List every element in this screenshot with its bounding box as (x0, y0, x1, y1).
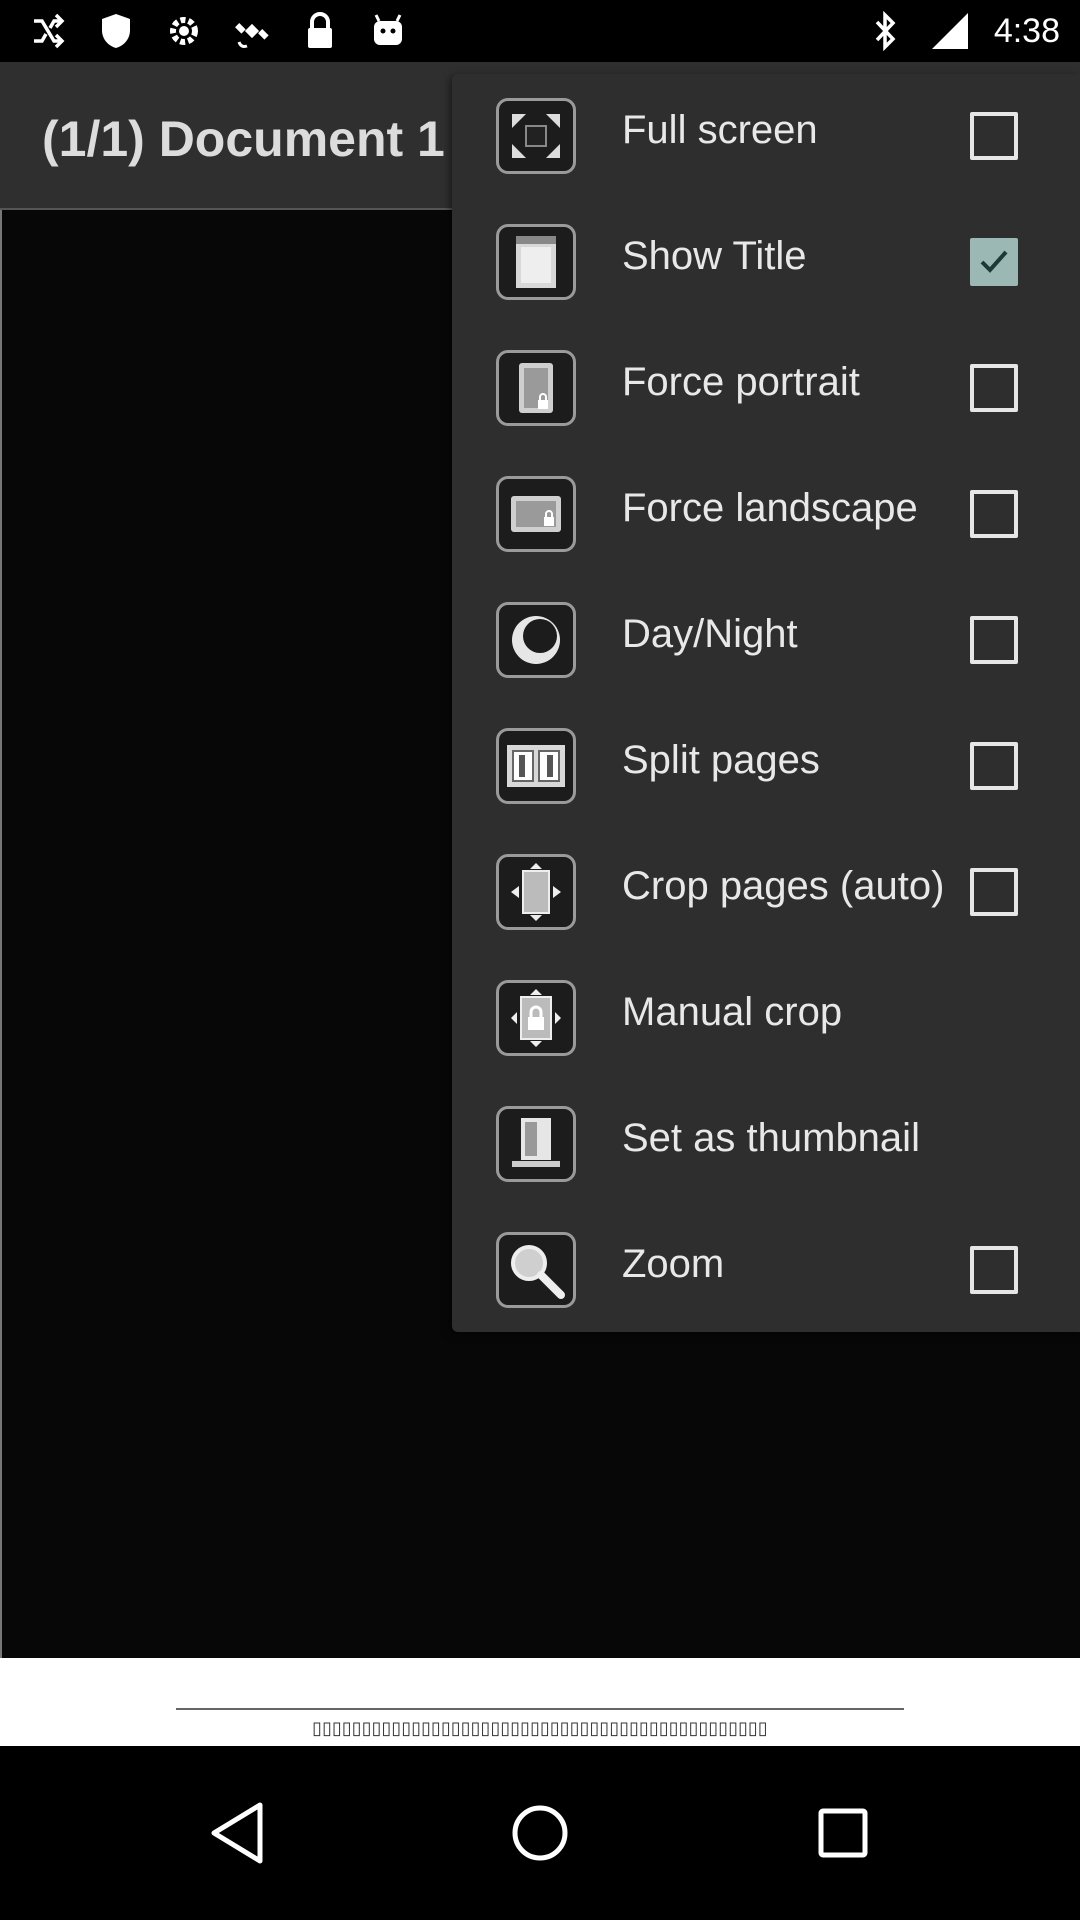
zoom-icon (496, 1232, 576, 1308)
menu-item-full-screen[interactable]: Full screen (452, 74, 1080, 200)
crop-pages-auto-checkbox[interactable] (970, 868, 1018, 916)
menu-item-manual-crop[interactable]: Manual crop (452, 956, 1080, 1082)
menu-item-show-title[interactable]: Show Title (452, 200, 1080, 326)
gear-icon (164, 11, 204, 51)
manual-crop-icon (496, 980, 576, 1056)
fullscreen-icon (496, 98, 576, 174)
menu-item-force-landscape[interactable]: Force landscape (452, 452, 1080, 578)
menu-item-label: Force portrait (622, 360, 860, 404)
lock-icon (300, 11, 340, 51)
options-menu: Full screen Show Title Force portrait Fo… (452, 74, 1080, 1332)
bluetooth-icon (866, 11, 906, 51)
satellite-icon (232, 11, 272, 51)
menu-item-set-as-thumbnail[interactable]: Set as thumbnail (452, 1082, 1080, 1208)
menu-item-label: Show Title (622, 234, 807, 278)
menu-item-split-pages[interactable]: Split pages (452, 704, 1080, 830)
day-night-checkbox[interactable] (970, 616, 1018, 664)
menu-item-force-portrait[interactable]: Force portrait (452, 326, 1080, 452)
clock-time: 4:38 (993, 11, 1060, 50)
zoom-checkbox[interactable] (970, 1246, 1018, 1294)
recents-icon (818, 1808, 868, 1858)
menu-item-label: Zoom (622, 1242, 725, 1286)
shuffle-icon (28, 11, 68, 51)
full-screen-checkbox[interactable] (970, 112, 1018, 160)
document-title: (1/1) Document 1 (42, 111, 445, 167)
thumbnail-icon (496, 1106, 576, 1182)
home-button[interactable] (495, 1788, 585, 1878)
status-bar: 4:38 (0, 0, 1080, 62)
menu-item-zoom[interactable]: Zoom (452, 1208, 1080, 1334)
menu-item-label: Manual crop (622, 990, 843, 1034)
menu-item-day-night[interactable]: Day/Night (452, 578, 1080, 704)
menu-item-label: Set as thumbnail (622, 1116, 920, 1160)
moon-icon (496, 602, 576, 678)
menu-item-label: Split pages (622, 738, 820, 782)
back-icon (211, 1802, 263, 1864)
show-title-icon (496, 224, 576, 300)
menu-item-label: Full screen (622, 108, 818, 152)
show-title-checkbox[interactable] (970, 238, 1018, 286)
force-portrait-checkbox[interactable] (970, 364, 1018, 412)
menu-item-label: Force landscape (622, 486, 918, 530)
home-icon (512, 1805, 568, 1861)
page-footer: ▯▯▯▯▯▯▯▯▯▯▯▯▯▯▯▯▯▯▯▯▯▯▯▯▯▯▯▯▯▯▯▯▯▯▯▯▯▯▯▯… (0, 1658, 1080, 1746)
footer-caption: ▯▯▯▯▯▯▯▯▯▯▯▯▯▯▯▯▯▯▯▯▯▯▯▯▯▯▯▯▯▯▯▯▯▯▯▯▯▯▯▯… (312, 1718, 768, 1738)
force-portrait-icon (496, 350, 576, 426)
status-bar-right: 4:38 (866, 0, 1060, 62)
split-pages-checkbox[interactable] (970, 742, 1018, 790)
signal-icon (930, 11, 970, 51)
force-landscape-icon (496, 476, 576, 552)
status-bar-left-icons (0, 11, 408, 51)
navigation-bar (0, 1746, 1080, 1920)
force-landscape-checkbox[interactable] (970, 490, 1018, 538)
menu-item-crop-pages-auto[interactable]: Crop pages (auto) (452, 830, 1080, 956)
back-button[interactable] (193, 1788, 283, 1878)
android-icon (368, 11, 408, 51)
crop-auto-icon (496, 854, 576, 930)
menu-item-label: Crop pages (auto) (622, 864, 945, 908)
shield-icon (96, 11, 136, 51)
menu-item-label: Day/Night (622, 612, 798, 656)
split-pages-icon (496, 728, 576, 804)
recents-button[interactable] (798, 1788, 888, 1878)
checkmark-icon (980, 250, 1008, 273)
footer-divider (176, 1708, 904, 1710)
